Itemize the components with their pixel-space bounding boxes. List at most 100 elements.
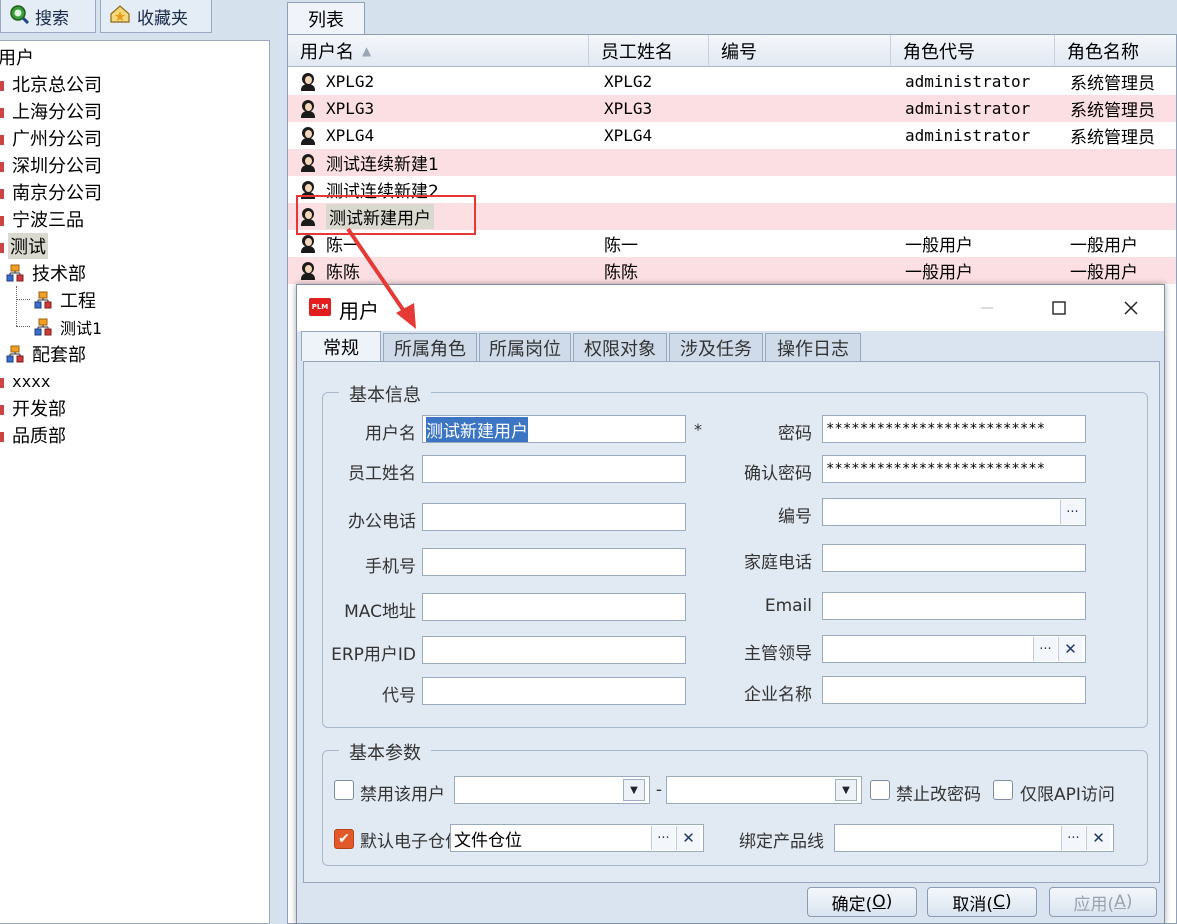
code-browse-button[interactable]: ··· xyxy=(1060,500,1084,524)
user-icon xyxy=(300,261,316,280)
confirm-password-input[interactable]: ************************** xyxy=(822,455,1086,483)
tree-expander xyxy=(0,216,4,226)
list-header: 用户名 ▲ 员工姓名 编号 角色代号 角色名称 xyxy=(288,35,1176,67)
leader-clear-button[interactable]: ✕ xyxy=(1058,637,1082,661)
dialog-titlebar[interactable]: PLM 用户 xyxy=(297,285,1164,331)
tree-node-engineering[interactable]: 工程 xyxy=(34,287,98,313)
tree-node-ningbo[interactable]: 宁波三品 xyxy=(10,206,86,232)
leader-browse-button[interactable]: ··· xyxy=(1033,637,1057,661)
tab-list[interactable]: 列表 xyxy=(287,2,365,34)
product-line-clear-button[interactable]: ✕ xyxy=(1086,826,1110,850)
code-label: 编号 xyxy=(778,507,812,527)
password-input[interactable]: ************************** xyxy=(822,415,1086,443)
column-header-role-code[interactable]: 角色代号 xyxy=(891,35,1055,67)
favorites-tab[interactable]: 收藏夹 xyxy=(100,0,212,33)
disable-user-checkbox[interactable] xyxy=(334,780,354,800)
product-line-label: 绑定产品线 xyxy=(739,832,824,852)
mobile-label: 手机号 xyxy=(365,557,416,577)
leader-input[interactable]: ··· ✕ xyxy=(822,635,1086,663)
tree-node-tech[interactable]: 技术部 xyxy=(6,260,88,286)
api-only-checkbox[interactable] xyxy=(993,780,1013,800)
search-tab-label: 搜索 xyxy=(35,8,69,29)
column-header-employee[interactable]: 员工姓名 xyxy=(589,35,709,67)
tab-general[interactable]: 常规 xyxy=(301,331,381,361)
user-icon xyxy=(300,99,316,118)
tree-node-guangzhou[interactable]: 广州分公司 xyxy=(10,125,104,151)
basic-info-legend: 基本信息 xyxy=(339,381,431,407)
tab-tasks[interactable]: 涉及任务 xyxy=(669,333,763,361)
table-row[interactable]: XPLG2 XPLG2 administrator 系统管理员 xyxy=(288,68,1176,95)
basic-params-legend: 基本参数 xyxy=(339,739,431,765)
cancel-button[interactable]: 取消(C) xyxy=(927,887,1037,917)
code-input[interactable]: ··· xyxy=(822,498,1086,526)
disable-end-date-select[interactable]: ▼ xyxy=(666,776,862,804)
search-tab[interactable]: 搜索 xyxy=(0,0,96,33)
org-tree[interactable]: 用户 北京总公司 上海分公司 广州分公司 深圳分公司 南京分公司 宁波三品 测试… xyxy=(0,40,270,924)
tree-node-shenzhen[interactable]: 深圳分公司 xyxy=(10,152,104,178)
erp-user-id-input[interactable] xyxy=(422,636,686,664)
tree-node-xxxx[interactable]: xxxx xyxy=(10,368,53,394)
minimize-button[interactable] xyxy=(967,293,1007,323)
email-input[interactable] xyxy=(822,592,1086,620)
tree-line xyxy=(16,326,30,327)
product-line-browse-button[interactable]: ··· xyxy=(1061,826,1085,850)
user-icon xyxy=(300,72,316,91)
default-esign-checkbox[interactable]: ✔ xyxy=(334,829,354,849)
chevron-down-icon[interactable]: ▼ xyxy=(835,779,857,801)
tree-line xyxy=(16,286,17,326)
apply-button[interactable]: 应用(A) xyxy=(1049,887,1157,917)
tree-expander xyxy=(0,162,4,172)
tree-node-test1[interactable]: 测试1 xyxy=(34,314,104,340)
tree-line xyxy=(16,299,30,300)
home-phone-input[interactable] xyxy=(822,544,1086,572)
department-icon xyxy=(34,291,52,309)
column-header-username[interactable]: 用户名 ▲ xyxy=(288,35,589,67)
product-line-input[interactable]: ··· ✕ xyxy=(834,824,1114,852)
table-row[interactable]: 陈陈 陈陈 一般用户 一般用户 xyxy=(288,257,1176,284)
maximize-button[interactable] xyxy=(1039,293,1079,323)
user-icon xyxy=(300,153,316,172)
list-tab-bar: 列表 xyxy=(283,0,1177,34)
mobile-input[interactable] xyxy=(422,548,686,576)
alias-input[interactable] xyxy=(422,677,686,705)
tree-node-dev[interactable]: 开发部 xyxy=(10,395,68,421)
api-only-label: 仅限API访问 xyxy=(1020,785,1115,805)
tree-node-nanjing[interactable]: 南京分公司 xyxy=(10,179,104,205)
tree-node-quality[interactable]: 品质部 xyxy=(10,422,68,448)
office-phone-input[interactable] xyxy=(422,503,686,531)
chevron-down-icon[interactable]: ▼ xyxy=(623,779,645,801)
table-row[interactable]: 测试连续新建1 xyxy=(288,149,1176,176)
default-esign-input[interactable]: 文件仓位 ··· ✕ xyxy=(450,824,704,852)
tab-roles[interactable]: 所属角色 xyxy=(383,333,477,361)
tree-node-shanghai[interactable]: 上海分公司 xyxy=(10,98,104,124)
employee-name-input[interactable] xyxy=(422,455,686,483)
company-name-input[interactable] xyxy=(822,676,1086,704)
tree-node-test-selected[interactable]: 测试 xyxy=(8,233,48,259)
tab-logs[interactable]: 操作日志 xyxy=(765,333,861,361)
esign-browse-button[interactable]: ··· xyxy=(651,826,675,850)
disable-start-date-select[interactable]: ▼ xyxy=(454,776,650,804)
leader-label: 主管领导 xyxy=(744,644,812,664)
tree-expander xyxy=(0,378,4,388)
table-row[interactable]: XPLG4 XPLG4 administrator 系统管理员 xyxy=(288,122,1176,149)
close-button[interactable] xyxy=(1111,293,1151,323)
table-row[interactable]: XPLG3 XPLG3 administrator 系统管理员 xyxy=(288,95,1176,122)
close-icon xyxy=(1124,301,1138,315)
column-header-code[interactable]: 编号 xyxy=(709,35,891,67)
tree-node-beijing[interactable]: 北京总公司 xyxy=(10,71,104,97)
ok-button[interactable]: 确定(O) xyxy=(807,887,917,917)
sort-ascending-icon: ▲ xyxy=(362,44,372,58)
username-input[interactable]: 测试新建用户 xyxy=(422,415,686,443)
employee-name-label: 员工姓名 xyxy=(348,464,416,484)
esign-clear-button[interactable]: ✕ xyxy=(676,826,700,850)
tree-node-supporting[interactable]: 配套部 xyxy=(6,341,88,367)
no-change-password-checkbox[interactable] xyxy=(870,780,890,800)
tree-expander xyxy=(0,405,4,415)
tab-permissions[interactable]: 权限对象 xyxy=(573,333,667,361)
tree-root[interactable]: 用户 xyxy=(0,44,36,70)
tree-expander xyxy=(0,81,4,91)
column-header-role-name[interactable]: 角色名称 xyxy=(1055,35,1176,67)
tree-expander xyxy=(0,243,4,253)
mac-address-input[interactable] xyxy=(422,593,686,621)
tab-positions[interactable]: 所属岗位 xyxy=(479,333,571,361)
